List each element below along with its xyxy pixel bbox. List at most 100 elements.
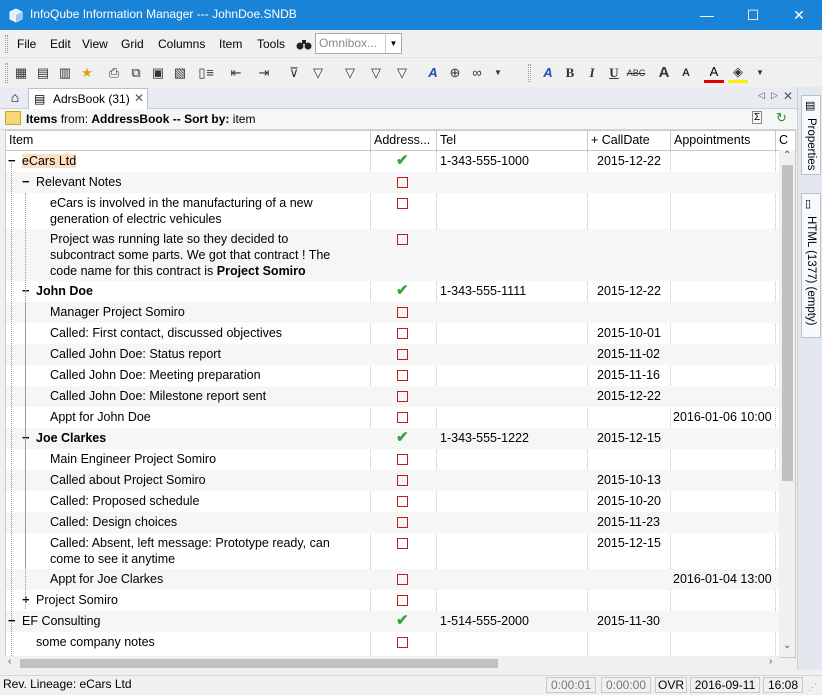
item-cell[interactable]: Called John Doe: Status report [50,346,221,362]
vertical-scroll-thumb[interactable] [782,165,793,481]
items-grid[interactable]: Item Address... Tel + CallDate Appointme… [5,130,796,658]
shrink-font-icon[interactable]: A [676,63,696,83]
toolbar-grip[interactable] [5,35,8,53]
horizontal-scroll-thumb[interactable] [20,659,498,668]
column-header-extra[interactable]: C [776,131,795,151]
address-checkbox[interactable] [397,454,408,465]
table-row[interactable]: Called: First contact, discussed objecti… [6,323,781,344]
calldate-cell[interactable]: 2015-10-20 [597,493,661,509]
item-cell[interactable]: Relevant Notes [36,174,121,190]
calldate-cell[interactable]: 2015-11-16 [597,367,660,383]
home-icon[interactable]: ⌂ [7,89,23,105]
table-row[interactable]: Appt for John Doe 2016-01-06 10:00 [6,407,781,428]
table-row[interactable]: − Joe Clarkes ✔ 1-343-555-1222 2015-12-15 [6,428,781,449]
minimize-button[interactable]: — [684,0,730,30]
indent-icon[interactable]: ≡ [200,63,220,83]
grid-view-icon[interactable]: ▦ [11,63,31,83]
scroll-up-icon[interactable]: ⌃ [783,150,791,161]
column-header-calldate[interactable]: + CallDate [588,131,671,151]
address-checkbox[interactable] [397,538,408,549]
collapse-icon[interactable]: − [22,175,30,188]
table-row[interactable]: − EF Consulting ✔ 1-514-555-2000 2015-11-30 [6,611,781,632]
column-header-address[interactable]: Address... [371,131,437,151]
address-checkbox[interactable] [397,370,408,381]
address-checkbox[interactable] [397,234,408,245]
item-cell[interactable]: Called: Proposed schedule [50,493,199,509]
tab-html[interactable]: HTML (1377) (empty) ▯ [801,193,821,338]
bold-icon[interactable]: B [560,63,580,83]
address-checkbox[interactable] [397,595,408,606]
document-view-icon[interactable]: ▤ [33,63,53,83]
address-checkbox[interactable] [397,307,408,318]
menu-grid[interactable]: Grid [121,37,144,51]
calldate-cell[interactable]: 2015-12-22 [597,153,661,169]
menu-tools[interactable]: Tools [257,37,285,51]
import-icon[interactable]: ▧ [170,63,190,83]
table-row[interactable]: Called John Doe: Meeting preparation 2015… [6,365,781,386]
outdent-icon[interactable]: ⇤ [226,63,246,83]
table-row[interactable]: Called: Proposed schedule 2015-10-20 [6,491,781,512]
close-button[interactable]: ✕ [776,0,822,30]
item-cell[interactable]: John Doe [36,283,93,299]
table-row[interactable]: some company notes [6,632,781,653]
menu-file[interactable]: File [17,37,36,51]
calldate-cell[interactable]: 2015-11-23 [597,514,660,530]
refresh-icon[interactable]: ↻ [776,110,787,126]
item-cell[interactable]: Joe Clarkes [36,430,106,446]
close-icon[interactable]: ✕ [134,91,144,105]
appointment-cell[interactable]: 2016-01-04 13:00 [673,571,772,587]
style-icon[interactable]: A [538,63,558,83]
scroll-right-icon[interactable]: › [769,656,772,667]
item-cell[interactable]: Manager Project Somiro [50,304,185,320]
address-checkbox[interactable] [397,517,408,528]
table-row[interactable]: Called John Doe: Status report 2015-11-02 [6,344,781,365]
resize-grip-icon[interactable]: ⋰ [808,682,817,693]
calldate-cell[interactable]: 2015-11-30 [597,613,660,629]
appointment-cell[interactable]: 2016-01-06 10:00 [673,409,772,425]
table-row[interactable]: Project was running late so they decided… [6,229,781,281]
image-icon[interactable]: ▣ [148,63,168,83]
column-header-appointments[interactable]: Appointments [671,131,776,151]
export-icon[interactable]: ⧉ [126,63,146,83]
maximize-button[interactable]: ☐ [730,0,776,30]
calldate-cell[interactable]: 2015-11-02 [597,346,660,362]
item-cell[interactable]: Called John Doe: Meeting preparation [50,367,261,383]
table-row[interactable]: Called: Absent, left message: Prototype … [6,533,781,569]
tel-cell[interactable]: 1-343-555-1000 [440,153,529,169]
item-cell[interactable]: Called: First contact, discussed objecti… [50,325,282,341]
table-row[interactable]: Called John Doe: Milestone report sent 20… [6,386,781,407]
address-checkbox[interactable] [397,328,408,339]
favorite-icon[interactable]: ★ [77,63,97,83]
tel-cell[interactable]: 1-343-555-1222 [440,430,529,446]
move-icon[interactable]: ⇥ [254,63,274,83]
table-row[interactable]: − eCars Ltd ✔ 1-343-555-1000 2015-12-22 [6,151,781,172]
menu-view[interactable]: View [82,37,108,51]
highlight-icon[interactable]: A [423,63,443,83]
tel-cell[interactable]: 1-514-555-2000 [440,613,529,629]
item-cell[interactable]: Project was running late so they decided… [50,231,330,279]
tab-scroll-right-icon[interactable]: ▷ [771,90,778,101]
item-cell[interactable]: Main Engineer Project Somiro [50,451,216,467]
item-cell[interactable]: Called John Doe: Milestone report sent [50,388,266,404]
item-cell[interactable]: eCars Ltd [22,153,77,169]
calldate-cell[interactable]: 2015-12-15 [597,430,661,446]
italic-icon[interactable]: I [582,63,602,83]
address-checkbox[interactable] [397,391,408,402]
table-row[interactable]: Called about Project Somiro 2015-10-13 [6,470,781,491]
toolbar-grip[interactable] [5,63,8,83]
scroll-down-icon[interactable]: ⌄ [783,640,791,651]
table-row[interactable]: Main Engineer Project Somiro [6,449,781,470]
item-cell[interactable]: Project Somiro [36,592,118,608]
table-row[interactable]: Called: Design choices 2015-11-23 [6,512,781,533]
scroll-left-icon[interactable]: ‹ [8,656,11,667]
item-cell[interactable]: Called about Project Somiro [50,472,206,488]
item-cell[interactable]: some company notes [36,634,155,650]
menu-columns[interactable]: Columns [158,37,205,51]
print-preview-icon[interactable]: ⎙ [104,63,124,83]
address-checkbox[interactable] [397,198,408,209]
calldate-cell[interactable]: 2015-12-15 [597,535,661,551]
tab-properties[interactable]: Properties ▤ [801,95,821,175]
item-cell[interactable]: Called: Design choices [50,514,177,530]
check-mark-icon[interactable]: ✔ [396,430,409,445]
table-row[interactable]: Manager Project Somiro [6,302,781,323]
